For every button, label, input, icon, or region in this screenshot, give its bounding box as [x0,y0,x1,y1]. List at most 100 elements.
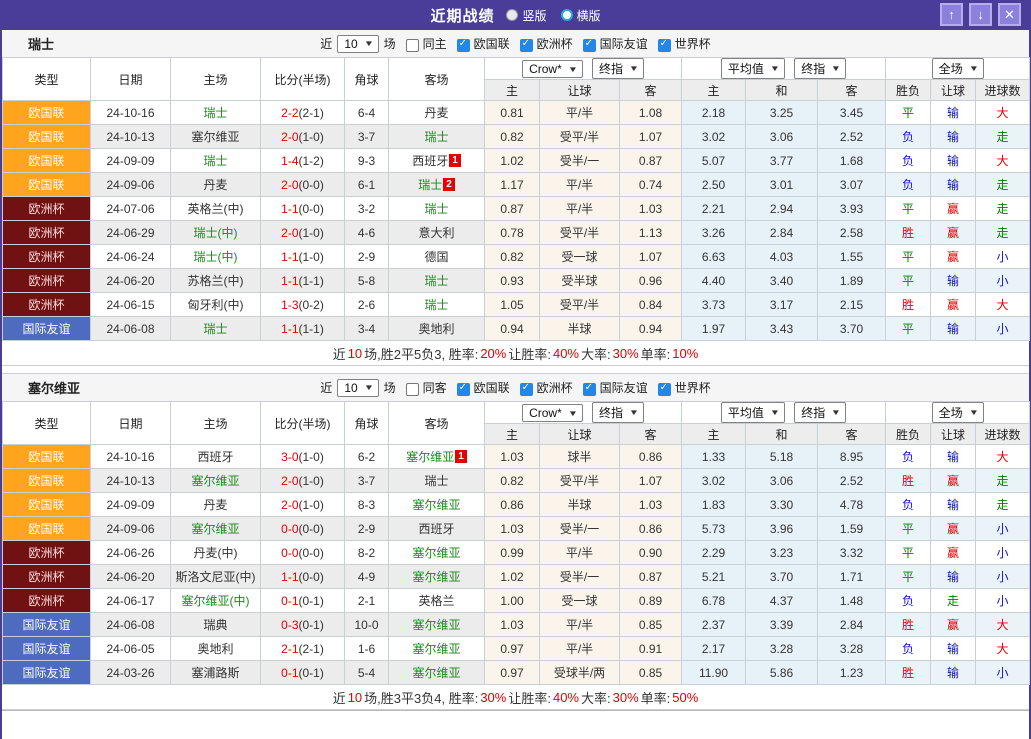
league-label: 欧洲杯 [536,381,573,395]
handicap-odds-home: 1.00 [484,588,540,613]
subcol-avg-draw: 和 [745,79,819,101]
halftime-score: (2-1) [298,641,324,656]
away-team: 英格兰 [388,588,485,613]
home-team: 斯洛文尼亚(中) [170,564,261,589]
same-venue-checkbox[interactable] [405,39,419,52]
handicap-odds-home: 0.78 [484,220,540,245]
result-handicap: 输 [930,124,977,149]
league-checkbox-friendly[interactable] [582,38,596,52]
home-team: 塞尔维亚 [170,516,261,541]
avg-odds-away: 3.07 [817,172,887,197]
subcol-avg-home: 主 [681,79,747,101]
league-checkbox-worldcup[interactable] [657,382,671,396]
handicap-line: 受平/半 [539,220,620,245]
result-goals: 大 [975,148,1031,173]
avg-odds-draw: 5.18 [745,444,819,469]
result-wdl: 平 [885,196,932,221]
avg-odds-home: 3.26 [681,220,747,245]
average-select[interactable]: 平均值 ▼ [720,402,785,423]
match-score: 2-1(2-1) [260,636,345,661]
home-team: 英格兰(中) [170,196,261,221]
away-team: 德国 [388,244,485,269]
col-header-away: 客场 [388,57,485,101]
match-type-badge: 国际友谊 [2,316,91,341]
avg-odds-away: 3.45 [817,100,887,125]
avg-odds-home: 2.37 [681,612,747,637]
away-team: 瑞士 2 [388,172,485,197]
average-period-select[interactable]: 终指 ▼ [794,402,847,423]
league-checkbox-nations[interactable] [456,382,470,396]
red-card-badge: 1 [449,154,461,167]
home-team: 塞尔维亚 [170,124,261,149]
handicap-odds-home: 1.03 [484,444,540,469]
avg-odds-away: 3.70 [817,316,887,341]
move-up-button[interactable]: ↑ [940,3,963,26]
bookmaker-select[interactable]: Crow* ▼ [522,404,583,422]
league-checkbox-euro[interactable] [519,382,533,396]
match-date: 24-03-26 [90,660,171,685]
league-label: 欧洲杯 [536,37,573,51]
league-label: 世界杯 [674,37,711,51]
league-label: 欧国联 [473,381,510,395]
match-type-badge: 欧洲杯 [2,588,91,613]
handicap-period-select[interactable]: 终指 ▼ [592,402,644,423]
team-name: 塞尔维亚 [412,642,461,656]
home-team: 苏格兰(中) [170,268,261,293]
match-type-badge: 国际友谊 [2,660,91,685]
home-team: 塞浦路斯 [170,660,261,685]
average-period-select[interactable]: 终指 ▼ [794,58,847,79]
match-type-badge: 欧洲杯 [2,540,91,565]
bookmaker-select[interactable]: Crow* ▼ [522,60,583,78]
avg-odds-away: 2.52 [817,124,887,149]
league-checkbox-euro[interactable] [519,38,533,52]
close-button[interactable]: ✕ [998,3,1021,26]
team-name: 意大利 [418,226,455,240]
chevron-down-icon: ▼ [831,408,842,417]
handicap-period-select[interactable]: 终指 ▼ [592,58,644,79]
match-type-badge: 欧国联 [2,516,91,541]
match-row: 欧国联 24-09-06 丹麦 2-0(0-0) 6-1 瑞士 2 1.17 平/半 0.74 2.… [2,172,1031,197]
avg-odds-draw: 5.86 [745,660,819,685]
same-venue-checkbox[interactable] [405,383,419,396]
result-wdl: 胜 [885,468,932,493]
corner-score: 4-6 [344,220,389,245]
move-down-button[interactable]: ↓ [969,3,992,26]
summary-text: 让胜率: [508,690,551,706]
result-handicap: 输 [930,444,977,469]
avg-odds-away: 3.32 [817,540,887,565]
scope-select[interactable]: 全场 ▼ [931,402,984,423]
match-score: 2-0(1-0) [260,124,345,149]
league-checkbox-nations[interactable] [456,38,470,52]
average-select[interactable]: 平均值 ▼ [720,58,785,79]
league-checkbox-worldcup[interactable] [657,38,671,52]
scope-select[interactable]: 全场 ▼ [931,58,984,79]
filter-controls: 近 10▼ 场 同客 欧国联 欧洲杯 国际友谊 世界杯 [320,378,711,397]
fulltime-score: 2-0 [281,177,299,192]
subcol-result-goals: 进球数 [975,79,1031,101]
subcol-handicap-away: 客 [618,79,683,101]
match-row: 欧洲杯 24-06-26 丹麦(中) 0-0(0-0) 8-2 塞尔维亚 0.99 平/半 0.… [2,540,1031,565]
result-goals: 走 [975,196,1031,221]
team-name: 奥地利 [418,322,455,336]
match-count-select[interactable]: 10 ▼ [337,378,379,397]
match-type-badge: 欧国联 [2,124,91,149]
avg-odds-away: 2.58 [817,220,887,245]
away-team: 瑞士 [388,468,485,493]
league-checkbox-friendly[interactable] [582,382,596,396]
summary-text: 40% [552,689,579,705]
radio-horizontal-layout[interactable]: 横版 [560,7,601,24]
halftime-score: (0-1) [298,617,324,632]
handicap-odds-home: 0.99 [484,540,540,565]
avg-odds-home: 1.83 [681,492,747,517]
corner-score: 5-4 [344,660,389,685]
result-group-header: 全场 ▼ [885,57,1031,80]
radio-vertical-layout[interactable]: 竖版 [506,7,547,24]
corner-score: 10-0 [344,612,389,637]
away-team: 塞尔维亚 [388,660,485,685]
match-date: 24-10-13 [90,468,171,493]
avg-odds-draw: 3.77 [745,148,819,173]
match-count-select[interactable]: 10 ▼ [337,34,379,53]
avg-odds-draw: 2.84 [745,220,819,245]
team-section-serbia: 塞尔维亚 近 10▼ 场 同客 欧国联 欧洲杯 国际友谊 世界杯 [2,373,1031,710]
result-goals: 小 [975,268,1031,293]
